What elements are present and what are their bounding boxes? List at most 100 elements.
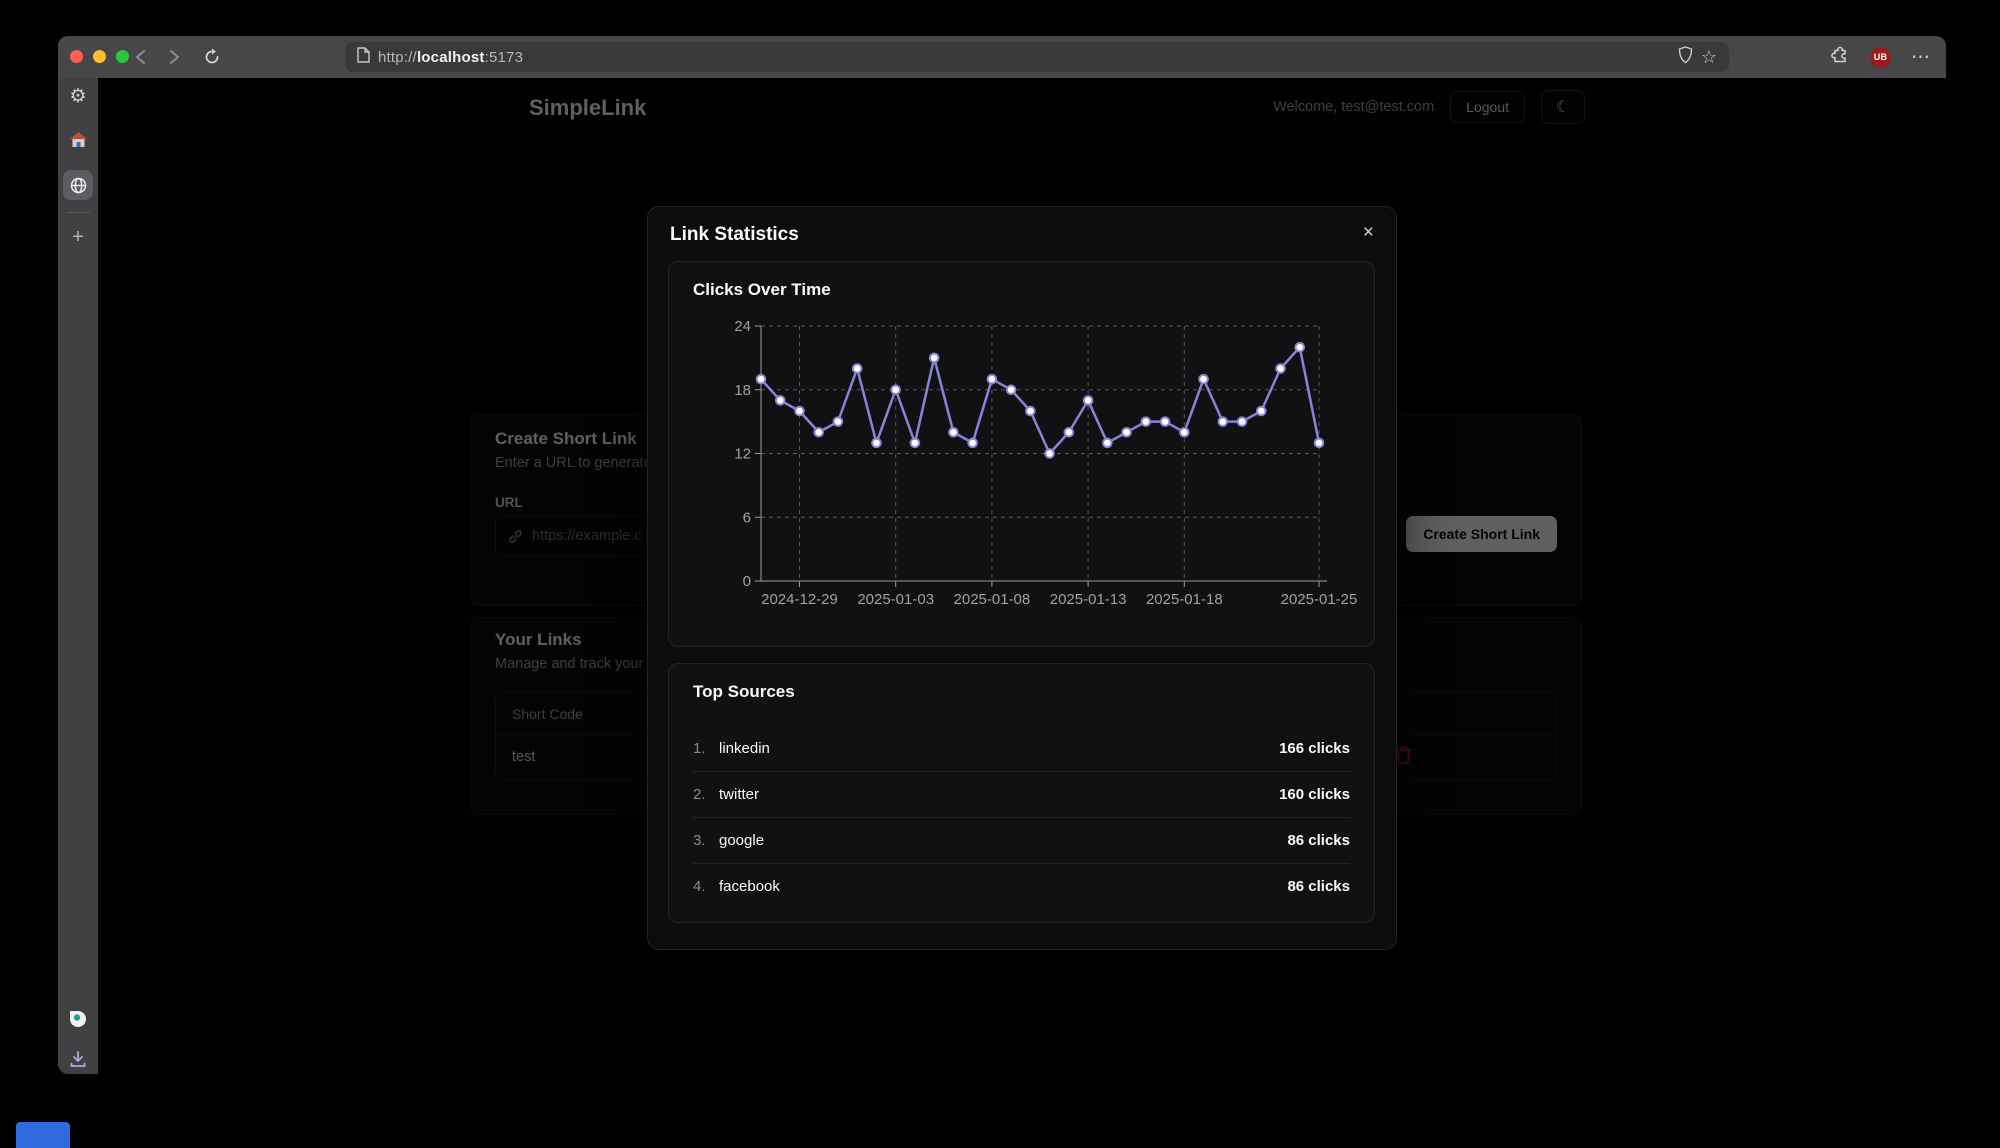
link-statistics-modal: Link Statistics × Clicks Over Time 0 6 12 1…: [647, 206, 1397, 950]
chart-dot: [988, 375, 997, 384]
x-tick-label: 2025-01-03: [857, 591, 934, 608]
source-name: facebook: [719, 878, 780, 895]
overflow-menu-icon[interactable]: ⋯: [1911, 48, 1930, 67]
extensions-icon[interactable]: [1831, 45, 1850, 69]
source-clicks: 160 clicks: [1279, 786, 1350, 803]
chart-dot: [872, 439, 881, 448]
chart-dot: [1045, 449, 1054, 458]
chart-dot: [1103, 439, 1112, 448]
chart-dot: [891, 385, 900, 394]
plus-icon: +: [72, 226, 84, 249]
x-tick-label: 2025-01-08: [954, 591, 1031, 608]
chart-dot: [1218, 417, 1227, 426]
chart-dot: [814, 428, 823, 437]
source-clicks: 86 clicks: [1287, 832, 1350, 849]
modal-title: Link Statistics: [670, 224, 799, 246]
browser-window: http://localhost:5173 ☆ UB ⋯ ⚙: [58, 36, 1946, 1074]
page-viewport: SimpleLink Welcome, test@test.com Logout…: [98, 78, 1946, 1074]
top-sources-card: Top Sources 1. linkedin 166 clicks 2. tw…: [668, 663, 1375, 923]
source-row: 3. google 86 clicks: [693, 818, 1350, 864]
tab-sidebar: ⚙ +: [58, 78, 98, 1074]
url-bar[interactable]: http://localhost:5173 ☆: [345, 42, 1729, 72]
chart-dot: [1295, 343, 1304, 352]
chart-dot: [1122, 428, 1131, 437]
new-tab-button[interactable]: +: [63, 222, 93, 252]
browser-toolbar: http://localhost:5173 ☆ UB ⋯: [58, 36, 1946, 78]
x-tick-label: 2025-01-18: [1146, 591, 1223, 608]
chart-dot: [1142, 417, 1151, 426]
globe-icon: [70, 177, 87, 194]
chart-dot: [1026, 407, 1035, 416]
y-tick-label: 24: [734, 318, 751, 335]
x-tick-label: 2024-12-29: [761, 591, 838, 608]
chart-dot: [795, 407, 804, 416]
source-clicks: 166 clicks: [1279, 740, 1350, 757]
chart-dot: [1276, 364, 1285, 373]
ublock-badge-icon[interactable]: UB: [1870, 47, 1891, 68]
chart-dot: [1007, 385, 1016, 394]
screen: http://localhost:5173 ☆ UB ⋯ ⚙: [0, 0, 2000, 1148]
y-tick-label: 12: [734, 446, 751, 463]
chart-dot: [911, 439, 920, 448]
chart-dot: [1238, 417, 1247, 426]
zoom-window-button[interactable]: [116, 50, 129, 63]
back-icon[interactable]: [130, 47, 150, 67]
shield-icon[interactable]: [1678, 46, 1693, 69]
chart-dot: [1315, 439, 1324, 448]
chart-dot: [853, 364, 862, 373]
settings-tab[interactable]: ⚙: [63, 81, 93, 111]
chart-dot: [1257, 407, 1266, 416]
chart-dot: [1161, 417, 1170, 426]
bookmark-star-icon[interactable]: ☆: [1701, 48, 1717, 66]
source-rank: 1.: [693, 740, 719, 757]
home-tab[interactable]: [63, 125, 93, 155]
source-row: 2. twitter 160 clicks: [693, 772, 1350, 818]
active-tab-localhost[interactable]: [63, 170, 93, 200]
y-tick-label: 6: [743, 509, 751, 526]
clicks-over-time-card: Clicks Over Time 0 6 12 18 24 2024-12-29 2025-…: [668, 261, 1375, 647]
chart-dot: [776, 396, 785, 405]
source-rank: 2.: [693, 786, 719, 803]
reload-icon[interactable]: [202, 47, 222, 67]
x-tick-label: 2025-01-25: [1281, 591, 1358, 608]
chart-dot: [1065, 428, 1074, 437]
close-icon[interactable]: ×: [1359, 219, 1378, 246]
source-name: twitter: [719, 786, 759, 803]
chart-title: Clicks Over Time: [693, 280, 831, 300]
url-text: http://localhost:5173: [378, 49, 523, 66]
source-rank: 3.: [693, 832, 719, 849]
chart-dot: [757, 375, 766, 384]
chart-dot: [1180, 428, 1189, 437]
chart-dot: [1084, 396, 1093, 405]
traffic-lights: [70, 50, 129, 63]
y-tick-label: 18: [734, 382, 751, 399]
sidebar-divider: [66, 212, 90, 213]
chart-dot: [834, 417, 843, 426]
sources-list: 1. linkedin 166 clicks 2. twitter 160 cl…: [693, 726, 1350, 909]
download-icon: [70, 1051, 86, 1068]
house-icon: [70, 132, 87, 148]
source-row: 4. facebook 86 clicks: [693, 864, 1350, 909]
close-window-button[interactable]: [70, 50, 83, 63]
source-row: 1. linkedin 166 clicks: [693, 726, 1350, 772]
page-icon: [357, 47, 370, 68]
drop-pin-icon: [69, 1010, 87, 1028]
source-name: google: [719, 832, 764, 849]
clicks-chart-svg: 0 6 12 18 24 2024-12-29 2025-01-03 2025-01-08 20…: [669, 308, 1374, 646]
forward-icon[interactable]: [164, 47, 184, 67]
x-tick-label: 2025-01-13: [1050, 591, 1127, 608]
source-name: linkedin: [719, 740, 770, 757]
chart-dot: [930, 354, 939, 363]
minimize-window-button[interactable]: [93, 50, 106, 63]
chart-dot: [949, 428, 958, 437]
source-clicks: 86 clicks: [1287, 878, 1350, 895]
pinned-extension-button[interactable]: [63, 1004, 93, 1034]
chart-dot: [1199, 375, 1208, 384]
y-tick-label: 0: [743, 573, 751, 590]
chart-dot: [968, 439, 977, 448]
source-rank: 4.: [693, 878, 719, 895]
downloads-button[interactable]: [63, 1044, 93, 1074]
gear-icon: ⚙: [69, 85, 86, 108]
sources-title: Top Sources: [693, 682, 795, 702]
desktop-blue-chip: [16, 1122, 70, 1148]
